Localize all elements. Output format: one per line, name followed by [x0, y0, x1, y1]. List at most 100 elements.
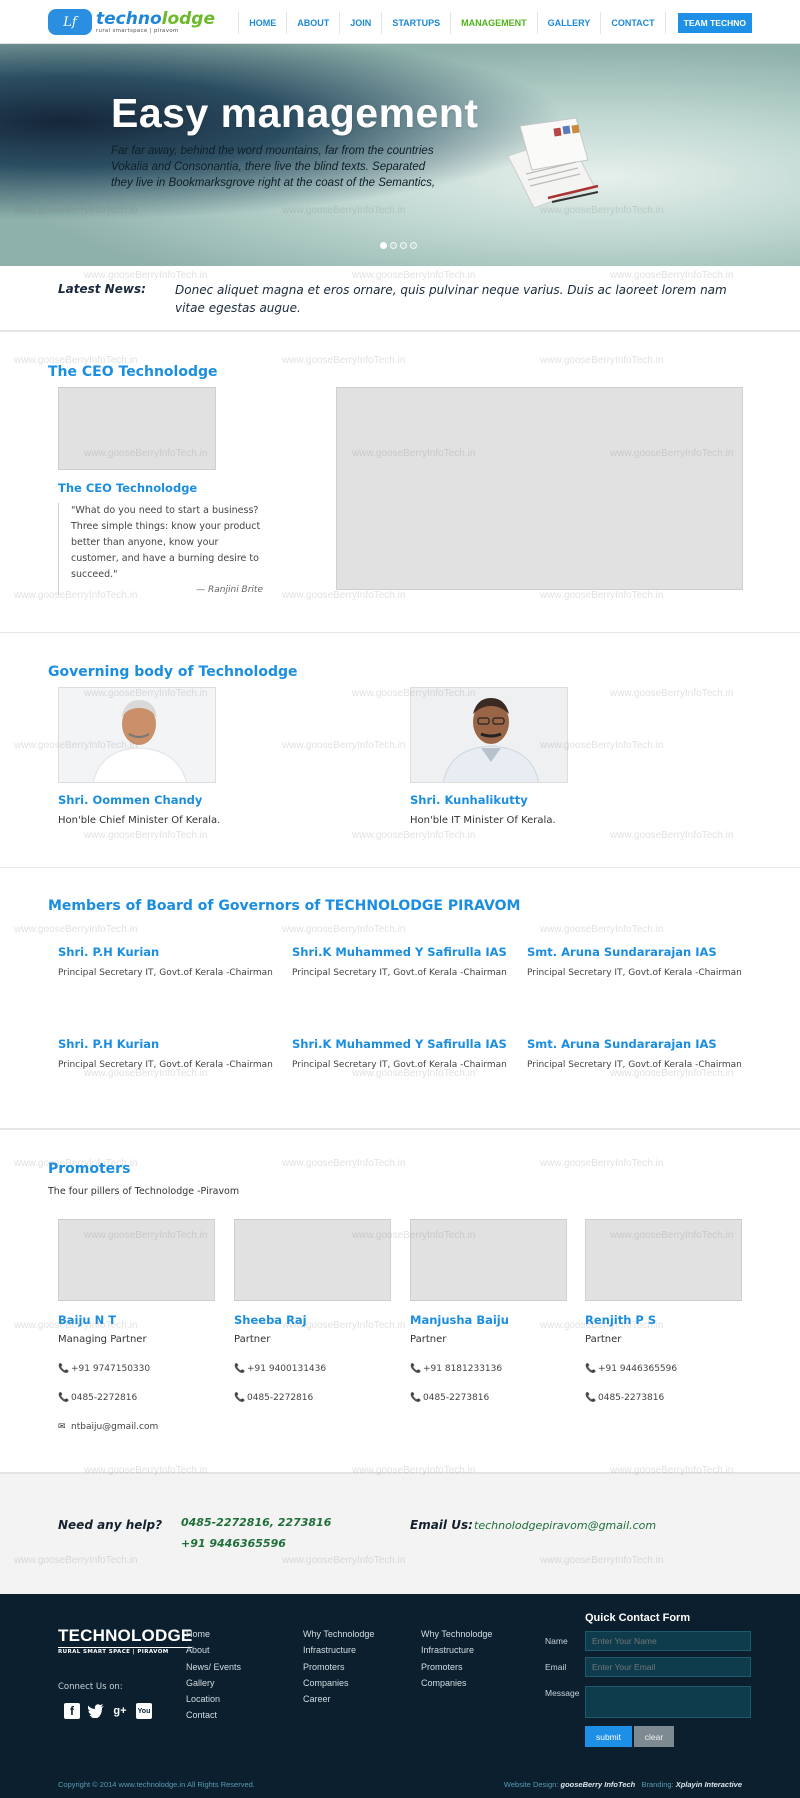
- google-plus-icon[interactable]: g+: [112, 1703, 128, 1719]
- nav-join[interactable]: JOIN: [339, 12, 381, 34]
- site-footer: TECHNOLODGE RURAL SMART SPACE | PIRAVOM …: [0, 1594, 800, 1798]
- name-label: Name: [545, 1636, 568, 1646]
- youtube-icon[interactable]: You: [136, 1703, 152, 1719]
- promoters-subtitle: The four pillers of Technolodge -Piravom: [48, 1186, 240, 1197]
- hero-text: Far far away, behind the word mountains,…: [111, 145, 436, 189]
- nav-gallery[interactable]: GALLERY: [536, 12, 601, 34]
- board-member-name: Smt. Aruna Sundararajan IAS: [527, 1037, 717, 1051]
- branding-link[interactable]: Xplayin Interactive: [676, 1780, 742, 1789]
- board-member-role: Principal Secretary IT, Govt.of Kerala -…: [527, 1060, 742, 1070]
- name-input[interactable]: [585, 1631, 751, 1651]
- ceo-quote: "What do you need to start a business? T…: [58, 503, 263, 595]
- board-member-role: Principal Secretary IT, Govt.of Kerala -…: [292, 968, 507, 978]
- watermark-text: www.gooseBerryInfoTech.in: [282, 1158, 406, 1169]
- section-divider: [0, 1128, 800, 1130]
- documents-illustration-icon: [507, 117, 599, 209]
- promoter-role: Partner: [410, 1334, 447, 1345]
- watermark-text: www.gooseBerryInfoTech.in: [14, 924, 138, 935]
- board-member-name: Shri. P.H Kurian: [58, 945, 160, 959]
- promoter-email[interactable]: ntbaiju@gmail.com: [71, 1422, 158, 1432]
- promoter-name: Manjusha Baiju: [410, 1313, 509, 1327]
- promoter-mobile: +91 8181233136: [423, 1364, 503, 1374]
- message-label: Message: [545, 1688, 580, 1698]
- footer-link[interactable]: Why Technolodge: [303, 1628, 374, 1640]
- ceo-photo-placeholder: [58, 387, 216, 470]
- promoter-mobile: +91 9747150330: [71, 1364, 151, 1374]
- footer-link[interactable]: News/ Events: [186, 1661, 241, 1673]
- phone-icon: 📞: [585, 1393, 597, 1403]
- phone-icon: 📞: [234, 1393, 246, 1403]
- submit-button[interactable]: submit: [585, 1726, 632, 1747]
- footer-link[interactable]: Gallery: [186, 1677, 241, 1689]
- footer-link[interactable]: Infrastructure: [303, 1644, 374, 1656]
- nav-home[interactable]: HOME: [238, 12, 286, 34]
- nav-about[interactable]: ABOUT: [286, 12, 339, 34]
- footer-logo[interactable]: TECHNOLODGE RURAL SMART SPACE | PIRAVOM: [58, 1626, 193, 1655]
- footer-link[interactable]: Home: [186, 1628, 241, 1640]
- promoter-photo-placeholder: [58, 1219, 215, 1301]
- team-techno-button[interactable]: TEAM TECHNO: [677, 13, 752, 33]
- site-logo[interactable]: Lf technolodge rural smartspace | piravo…: [48, 8, 215, 36]
- slider-dot[interactable]: [410, 242, 417, 249]
- watermark-text: www.gooseBerryInfoTech.in: [282, 740, 406, 751]
- footer-link[interactable]: Companies: [303, 1677, 374, 1689]
- mail-icon: ✉: [58, 1422, 66, 1432]
- footer-link[interactable]: Companies: [421, 1677, 492, 1689]
- logo-mark: Lf: [48, 9, 92, 35]
- facebook-icon[interactable]: f: [64, 1703, 80, 1719]
- footer-link[interactable]: Why Technolodge: [421, 1628, 492, 1640]
- message-textarea[interactable]: [585, 1686, 751, 1718]
- governing-section-title: Governing body of Technolodge: [48, 664, 298, 680]
- clear-button[interactable]: clear: [634, 1726, 674, 1747]
- slider-dot[interactable]: [390, 242, 397, 249]
- latest-news-label: Latest News:: [58, 282, 146, 296]
- designer-link[interactable]: gooseBerry InfoTech: [561, 1780, 636, 1789]
- person-photo-icon: [59, 688, 215, 782]
- hero-title: Easy management: [111, 90, 479, 136]
- footer-link[interactable]: About: [186, 1644, 241, 1656]
- governor-role-1: Hon'ble Chief Minister Of Kerala.: [58, 815, 221, 826]
- phone-icon: 📞: [58, 1364, 70, 1374]
- nav-startups[interactable]: STARTUPS: [381, 12, 450, 34]
- promoter-phone: 0485-2272816: [247, 1393, 314, 1403]
- board-member-name: Smt. Aruna Sundararajan IAS: [527, 945, 717, 959]
- promoter-role: Managing Partner: [58, 1334, 147, 1345]
- footer-link[interactable]: Career: [303, 1693, 374, 1705]
- footer-link[interactable]: Infrastructure: [421, 1644, 492, 1656]
- email-input[interactable]: [585, 1657, 751, 1677]
- help-phones: 0485-2272816, 2273816: [181, 1516, 332, 1529]
- ceo-card-title: The CEO Technolodge: [58, 481, 198, 495]
- board-member-name: Shri.K Muhammed Y Safirulla IAS: [292, 1037, 507, 1051]
- promoter-phone: 0485-2273816: [423, 1393, 490, 1403]
- help-strip: Need any help? 0485-2272816, 2273816 +91…: [0, 1472, 800, 1594]
- nav-contact[interactable]: CONTACT: [600, 12, 666, 34]
- latest-news-text: Donec aliquet magna et eros ornare, quis…: [175, 283, 727, 315]
- phone-icon: 📞: [234, 1364, 246, 1374]
- promoter-mobile: +91 9400131436: [247, 1364, 327, 1374]
- footer-link[interactable]: Promoters: [303, 1661, 374, 1673]
- connect-label: Connect Us on:: [58, 1682, 123, 1692]
- slider-dot[interactable]: [380, 242, 387, 249]
- slider-dots: [380, 242, 417, 249]
- promoter-photo-placeholder: [585, 1219, 742, 1301]
- promoter-phone: 0485-2272816: [71, 1393, 138, 1403]
- promoter-mobile: +91 9446365596: [598, 1364, 678, 1374]
- logo-name: technolodge: [96, 8, 215, 29]
- watermark-text: www.gooseBerryInfoTech.in: [282, 924, 406, 935]
- board-section-title: Members of Board of Governors of TECHNOL…: [48, 898, 521, 914]
- footer-link[interactable]: Promoters: [421, 1661, 492, 1673]
- governor-photo-2: [410, 687, 568, 783]
- governor-name-1: Shri. Oommen Chandy: [58, 793, 203, 807]
- footer-link[interactable]: Location: [186, 1693, 241, 1705]
- nav-management[interactable]: MANAGEMENT: [450, 12, 537, 34]
- board-member-role: Principal Secretary IT, Govt.of Kerala -…: [527, 968, 742, 978]
- promoter-phone: 0485-2273816: [598, 1393, 665, 1403]
- person-photo-icon: [411, 688, 567, 782]
- help-email-link[interactable]: technolodgepiravom@gmail.com: [474, 1519, 656, 1532]
- board-member-name: Shri.K Muhammed Y Safirulla IAS: [292, 945, 507, 959]
- footer-link[interactable]: Contact: [186, 1709, 241, 1721]
- board-member-role: Principal Secretary IT, Govt.of Kerala -…: [292, 1060, 507, 1070]
- promoter-role: Partner: [234, 1334, 271, 1345]
- slider-dot[interactable]: [400, 242, 407, 249]
- twitter-icon[interactable]: [88, 1703, 104, 1719]
